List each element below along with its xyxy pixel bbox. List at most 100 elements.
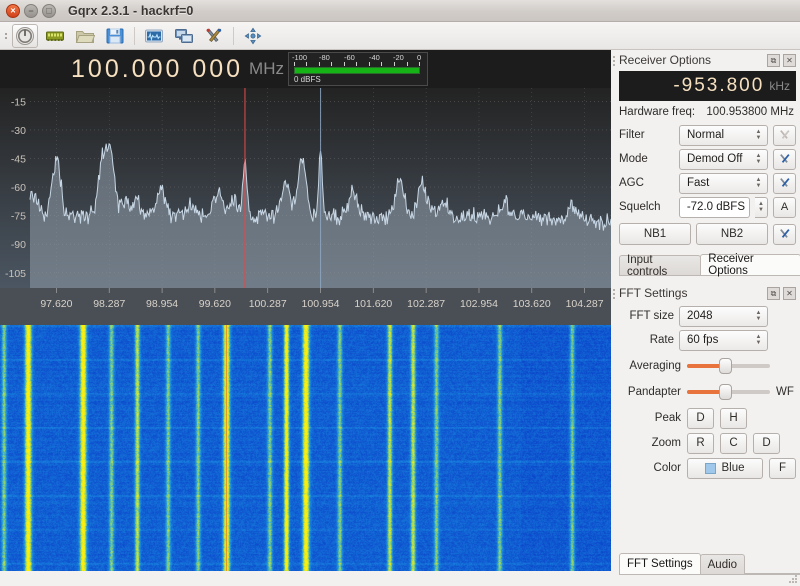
averaging-slider[interactable]	[687, 357, 770, 375]
colormap-button[interactable]: Blue	[687, 457, 763, 479]
folder-open-icon	[75, 30, 95, 43]
peak-hold-button[interactable]: H	[720, 407, 747, 429]
squelch-stepper[interactable]: ▲ ▼	[755, 196, 768, 218]
remote-control-button[interactable]	[171, 24, 197, 48]
pandapter-slider[interactable]	[687, 383, 770, 401]
noise-blanker-config-button[interactable]	[773, 223, 796, 245]
chevron-updown-icon[interactable]: ▲ ▼	[753, 151, 764, 168]
fullscreen-button[interactable]: F	[769, 457, 796, 479]
chevron-updown-icon[interactable]: ▲ ▼	[753, 308, 764, 325]
peak-label: Peak	[654, 412, 681, 424]
close-window-button[interactable]: ×	[6, 3, 20, 18]
mode-row: Mode Demod Off ▲ ▼	[619, 148, 796, 170]
svg-text:102.954: 102.954	[460, 298, 498, 310]
hardware-freq-row: Hardware freq: 100.953800 MHz	[611, 104, 800, 122]
close-panel-button[interactable]: ✕	[783, 287, 796, 300]
svg-text:102.287: 102.287	[407, 298, 445, 310]
chevron-updown-icon[interactable]: ▲ ▼	[753, 127, 764, 144]
agc-label: AGC	[619, 177, 644, 189]
mode-select[interactable]: Demod Off ▲ ▼	[679, 148, 768, 170]
waveform-monitor-icon	[145, 29, 163, 42]
main-toolbar	[0, 22, 800, 50]
svg-text:-15: -15	[11, 96, 26, 108]
waterfall-canvas[interactable]	[0, 325, 611, 571]
offset-digits[interactable]: -953.800	[673, 75, 764, 97]
iq-recorder-button[interactable]	[141, 24, 167, 48]
float-panel-button[interactable]: ⧉	[767, 287, 780, 300]
fft-size-select[interactable]: 2048 ▲ ▼	[679, 305, 768, 327]
svg-text:-30: -30	[11, 125, 26, 137]
zoom-demod-button[interactable]: D	[753, 432, 780, 454]
minimize-icon: –	[28, 5, 34, 15]
fft-size-row: FFT size 2048 ▲ ▼	[619, 305, 796, 327]
tab-label: FFT Settings	[627, 558, 693, 570]
receiver-tab-bar: Input controls Receiver Options	[619, 253, 800, 278]
signal-meter-bar	[294, 67, 420, 74]
dsp-button[interactable]	[42, 24, 68, 48]
agc-config-button[interactable]	[773, 172, 796, 194]
power-toggle-button[interactable]	[12, 23, 38, 48]
slider-handle[interactable]	[719, 358, 733, 374]
svg-text:-105: -105	[5, 268, 26, 280]
receiver-options-title: Receiver Options	[619, 53, 712, 67]
tab-label: Audio	[707, 558, 738, 571]
spectrum-plot[interactable]: -15 -30 -45 -60 -75 -90 -105 97.620 98.287 98.954…	[0, 88, 611, 325]
zoom-center-button[interactable]: C	[720, 432, 747, 454]
open-file-button[interactable]	[72, 24, 98, 48]
squelch-input[interactable]: -72.0 dBFS	[679, 196, 750, 218]
nb2-button[interactable]: NB2	[696, 223, 768, 245]
dock-layout-button[interactable]	[240, 24, 266, 48]
mode-config-button[interactable]	[773, 148, 796, 170]
squelch-label: Squelch	[619, 201, 661, 213]
agc-select[interactable]: Fast ▲ ▼	[679, 172, 768, 194]
remote-computer-icon	[175, 28, 193, 43]
filter-config-button[interactable]	[773, 124, 796, 146]
dock-grip[interactable]	[613, 55, 616, 65]
frequency-offset-display[interactable]: -953.800 kHz	[619, 71, 796, 101]
meter-tick-label: -80	[319, 53, 330, 62]
float-panel-button[interactable]: ⧉	[767, 54, 780, 67]
peak-detect-button[interactable]: D	[687, 407, 714, 429]
resize-grip[interactable]	[788, 574, 798, 584]
zoom-reset-label: R	[696, 437, 705, 449]
tools-wrench-icon	[779, 130, 790, 139]
title-bar: × – □ Gqrx 2.3.1 - hackrf=0	[0, 0, 800, 22]
tab-audio[interactable]: Audio	[699, 554, 746, 574]
svg-text:-45: -45	[11, 153, 26, 165]
chevron-updown-icon[interactable]: ▲ ▼	[753, 332, 764, 349]
zoom-reset-button[interactable]: R	[687, 432, 714, 454]
pandapter-row: Pandapter WF	[619, 381, 796, 403]
agc-value: Fast	[687, 177, 710, 189]
main-frequency-display[interactable]: 100.000 000 MHz	[0, 50, 288, 88]
minimize-window-button[interactable]: –	[24, 3, 38, 18]
svg-text:100.954: 100.954	[302, 298, 340, 310]
nb1-button[interactable]: NB1	[619, 223, 691, 245]
configure-button[interactable]	[201, 24, 227, 48]
filter-select[interactable]: Normal ▲ ▼	[679, 124, 768, 146]
power-icon	[16, 26, 34, 45]
tab-input-controls[interactable]: Input controls	[619, 254, 702, 278]
signal-meter-ticks: -100 -80 -60 -40 -20 0	[289, 53, 427, 66]
frequency-bar: 100.000 000 MHz -100 -80 -60 -40 -20 0 0…	[0, 50, 611, 88]
toolbar-grip[interactable]	[2, 22, 10, 50]
rate-select[interactable]: 60 fps ▲ ▼	[679, 329, 768, 351]
dock-grip[interactable]	[613, 288, 616, 298]
maximize-window-button[interactable]: □	[42, 3, 56, 18]
spectrum-canvas[interactable]: -15 -30 -45 -60 -75 -90 -105 97.620 98.287 98.954…	[0, 88, 611, 325]
signal-meter-label: 0 dBFS	[294, 75, 321, 84]
save-file-button[interactable]	[102, 24, 128, 48]
frequency-digits[interactable]: 100.000 000	[71, 55, 243, 84]
slider-handle[interactable]	[719, 384, 733, 400]
float-icon: ⧉	[770, 288, 777, 298]
tab-fft-settings[interactable]: FFT Settings	[619, 553, 701, 574]
svg-text:-90: -90	[11, 239, 26, 251]
maximize-icon: □	[46, 5, 52, 15]
tab-receiver-options[interactable]: Receiver Options	[700, 253, 800, 277]
waterfall-display[interactable]	[0, 325, 611, 571]
tools-wrench-icon	[779, 154, 790, 163]
fft-size-label: FFT size	[629, 310, 674, 322]
chevron-updown-icon[interactable]: ▲ ▼	[753, 175, 764, 192]
squelch-auto-button[interactable]: A	[773, 196, 796, 218]
close-panel-button[interactable]: ✕	[783, 54, 796, 67]
agc-row: AGC Fast ▲ ▼	[619, 172, 796, 194]
